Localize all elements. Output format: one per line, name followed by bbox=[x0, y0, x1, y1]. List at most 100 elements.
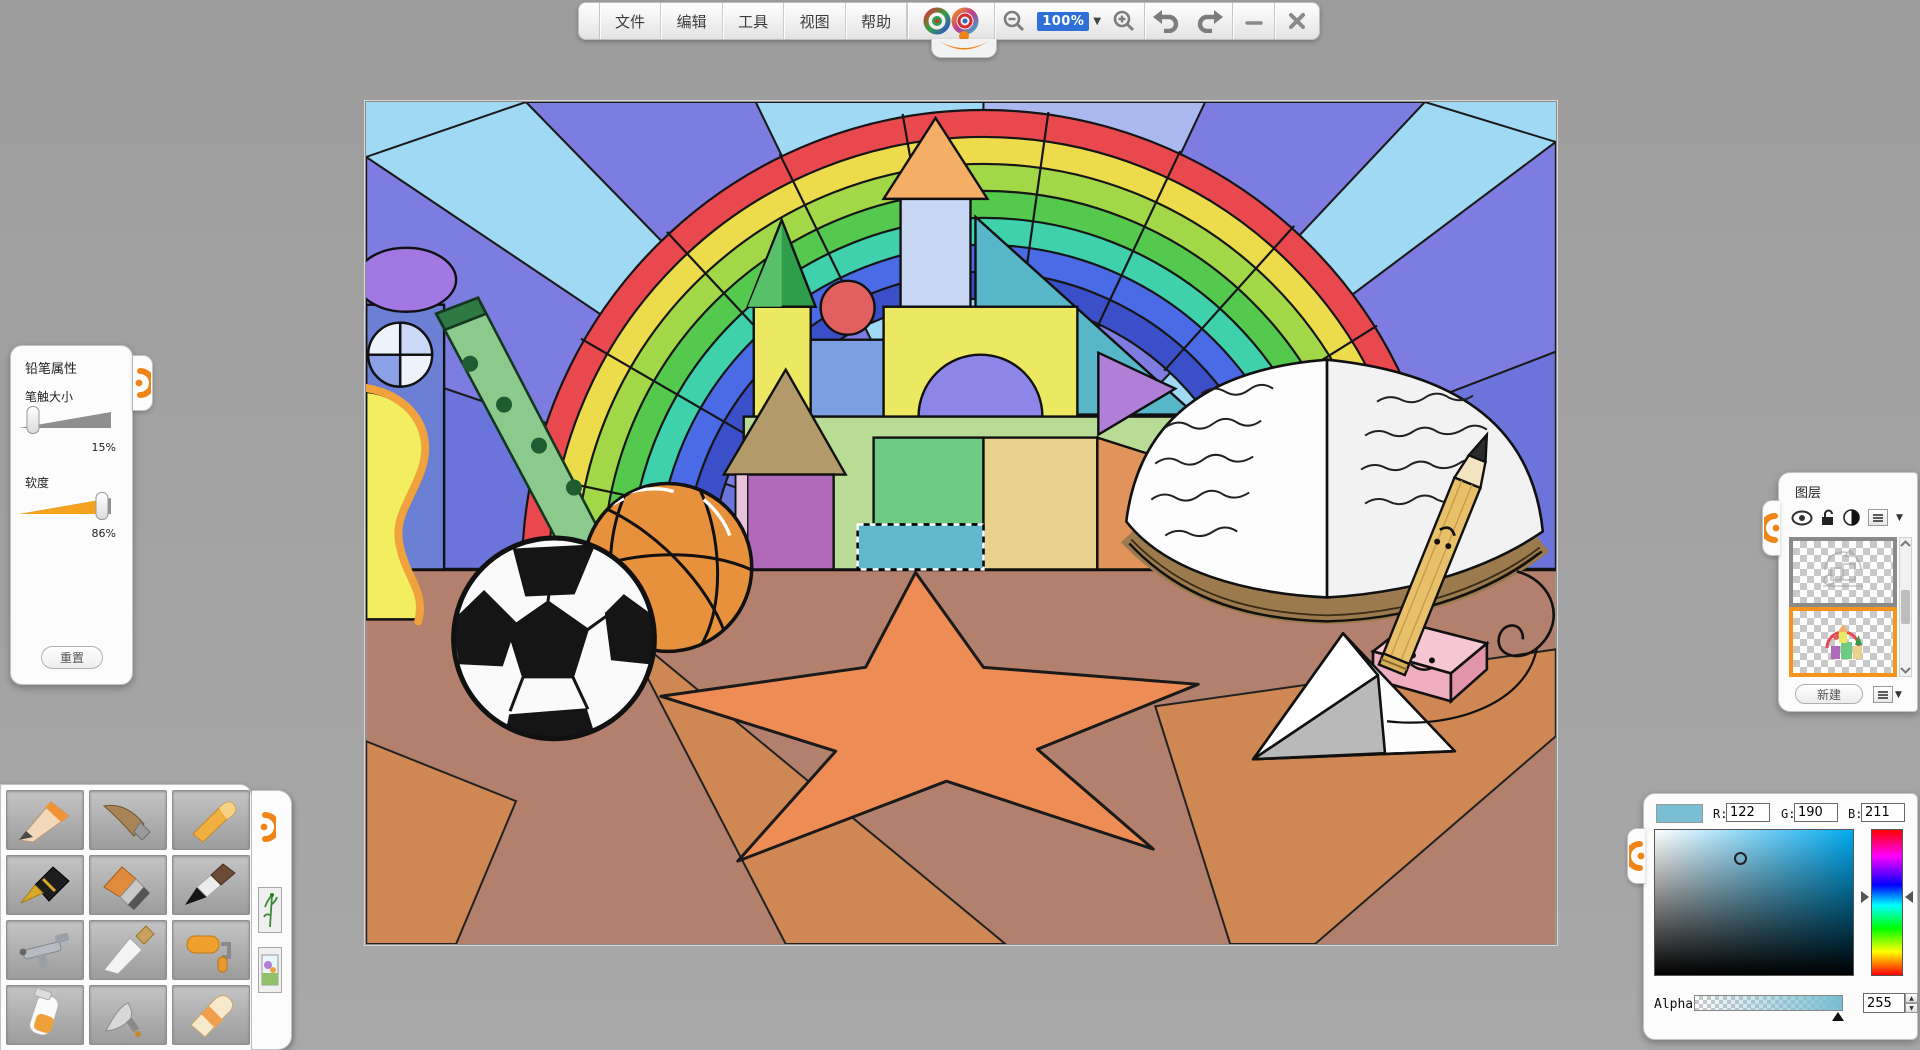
tool-fountain-pen[interactable] bbox=[6, 855, 84, 915]
menu-tools[interactable]: 工具 bbox=[723, 3, 785, 39]
spin-down-button[interactable]: ▼ bbox=[1905, 1003, 1918, 1013]
tool-airbrush[interactable] bbox=[6, 920, 84, 980]
layer-item-color[interactable] bbox=[1789, 607, 1897, 677]
clown-mascot-tab[interactable] bbox=[931, 39, 997, 58]
close-icon bbox=[1287, 11, 1307, 31]
eraser-stick-icon bbox=[179, 989, 243, 1041]
toolbar-grip bbox=[579, 3, 599, 39]
zoom-in-button[interactable] bbox=[1104, 3, 1144, 39]
tool-palette-handle[interactable] bbox=[260, 805, 276, 853]
alpha-label: Alpha bbox=[1654, 997, 1693, 1012]
visibility-eye-icon[interactable] bbox=[1791, 510, 1813, 526]
brush-size-value: 15% bbox=[92, 441, 116, 454]
layers-panel: 图层 ▼ bbox=[1778, 472, 1918, 712]
softness-value: 86% bbox=[92, 527, 116, 540]
brush-size-slider[interactable] bbox=[19, 406, 115, 434]
menu-list-icon bbox=[1872, 513, 1884, 523]
alpha-slider[interactable] bbox=[1694, 995, 1843, 1011]
softness-label: 软度 bbox=[25, 474, 49, 491]
fountain-pen-icon bbox=[13, 859, 77, 911]
close-button[interactable] bbox=[1275, 3, 1319, 39]
current-color-swatch bbox=[1656, 804, 1703, 823]
undo-button[interactable] bbox=[1145, 3, 1189, 39]
clown-smile-icon bbox=[934, 39, 994, 55]
sketch-layer-thumbnail bbox=[1815, 550, 1871, 594]
main-toolbar: 文件 编辑 工具 视图 帮助 bbox=[578, 2, 1320, 40]
color-layer-thumbnail bbox=[1815, 620, 1871, 664]
reset-button[interactable]: 重置 bbox=[41, 646, 103, 669]
fine-knife-icon bbox=[96, 989, 160, 1041]
zoom-level-combo[interactable]: 100% ▼ bbox=[1034, 3, 1104, 39]
tool-sharp-pencil[interactable] bbox=[6, 790, 84, 850]
panel-handle-icon bbox=[260, 805, 276, 849]
hue-bar[interactable] bbox=[1871, 829, 1903, 976]
chevron-down-icon[interactable]: ▼ bbox=[1896, 513, 1903, 523]
saturation-value-square[interactable] bbox=[1654, 829, 1854, 976]
tool-palette bbox=[0, 784, 252, 1050]
redo-button[interactable] bbox=[1188, 3, 1232, 39]
minimize-button[interactable] bbox=[1233, 3, 1275, 39]
plant-stamp-button[interactable] bbox=[258, 887, 282, 933]
scroll-down-icon[interactable] bbox=[1900, 666, 1911, 674]
zoom-out-button[interactable] bbox=[995, 3, 1035, 39]
layer-list-scrollbar[interactable] bbox=[1899, 537, 1912, 677]
canvas-artwork bbox=[366, 102, 1556, 944]
picture-stamp-icon bbox=[261, 951, 279, 989]
color-picker-panel: R: G: B: Alpha ▲ ▼ bbox=[1643, 793, 1918, 1040]
layers-panel-handle[interactable] bbox=[1762, 500, 1780, 556]
softness-handle[interactable] bbox=[95, 492, 108, 520]
zoom-in-icon bbox=[1112, 9, 1136, 33]
layer-item-sketch[interactable] bbox=[1789, 537, 1897, 607]
red-input[interactable] bbox=[1726, 803, 1770, 822]
menu-file[interactable]: 文件 bbox=[600, 3, 662, 39]
tool-eraser-stick[interactable] bbox=[172, 985, 250, 1045]
scroll-up-icon[interactable] bbox=[1900, 540, 1911, 548]
pencil-panel-handle[interactable] bbox=[133, 355, 153, 411]
unlock-icon[interactable] bbox=[1821, 509, 1835, 526]
green-input[interactable] bbox=[1794, 803, 1838, 822]
undo-icon bbox=[1153, 9, 1179, 33]
chevron-down-icon[interactable]: ▼ bbox=[1895, 690, 1902, 700]
panel-title: 铅笔属性 bbox=[25, 358, 77, 377]
tool-paint-roller[interactable] bbox=[172, 920, 250, 980]
alpha-marker[interactable] bbox=[1832, 1012, 1844, 1021]
tool-crayon[interactable] bbox=[172, 790, 250, 850]
alpha-spinner: ▲ ▼ bbox=[1905, 993, 1918, 1013]
plant-stamp-icon bbox=[262, 891, 278, 929]
tool-round-brush[interactable] bbox=[172, 855, 250, 915]
tool-palette-knife[interactable] bbox=[89, 920, 167, 980]
scrollbar-thumb[interactable] bbox=[1901, 590, 1910, 624]
chevron-down-icon[interactable]: ▼ bbox=[1093, 16, 1101, 27]
blue-input[interactable] bbox=[1861, 803, 1905, 822]
alpha-input[interactable] bbox=[1863, 993, 1905, 1013]
zoom-level-value[interactable]: 100% bbox=[1037, 12, 1089, 31]
softness-slider[interactable] bbox=[19, 492, 115, 520]
flat-brush-icon bbox=[96, 859, 160, 911]
sharp-pencil-icon bbox=[13, 794, 77, 846]
tool-flat-brush[interactable] bbox=[89, 855, 167, 915]
redo-icon bbox=[1197, 9, 1223, 33]
color-picker-handle[interactable] bbox=[1627, 828, 1645, 884]
drawing-canvas[interactable] bbox=[365, 101, 1557, 945]
tool-paint-tube[interactable] bbox=[6, 985, 84, 1045]
hue-marker-right[interactable] bbox=[1905, 891, 1913, 903]
blend-contrast-icon[interactable] bbox=[1843, 509, 1860, 526]
layer-menu-button[interactable] bbox=[1868, 509, 1888, 526]
tool-wood-pencil[interactable] bbox=[89, 790, 167, 850]
menu-list-icon bbox=[1877, 690, 1889, 700]
layers-options-button[interactable] bbox=[1873, 686, 1893, 703]
hue-marker-left[interactable] bbox=[1861, 891, 1869, 903]
tool-fine-knife[interactable] bbox=[89, 985, 167, 1045]
clown-mascot-button[interactable] bbox=[908, 3, 993, 39]
menu-help[interactable]: 帮助 bbox=[846, 3, 908, 39]
airbrush-icon bbox=[13, 924, 77, 976]
application-window: 文件 编辑 工具 视图 帮助 bbox=[0, 0, 1920, 1050]
picture-stamp-button[interactable] bbox=[258, 947, 282, 993]
new-layer-button[interactable]: 新建 bbox=[1795, 684, 1863, 704]
menu-view[interactable]: 视图 bbox=[784, 3, 846, 39]
brush-size-handle[interactable] bbox=[27, 406, 40, 434]
palette-knife-icon bbox=[96, 924, 160, 976]
spin-up-button[interactable]: ▲ bbox=[1905, 993, 1918, 1003]
brush-size-label: 笔触大小 bbox=[25, 388, 73, 405]
menu-edit[interactable]: 编辑 bbox=[661, 3, 723, 39]
